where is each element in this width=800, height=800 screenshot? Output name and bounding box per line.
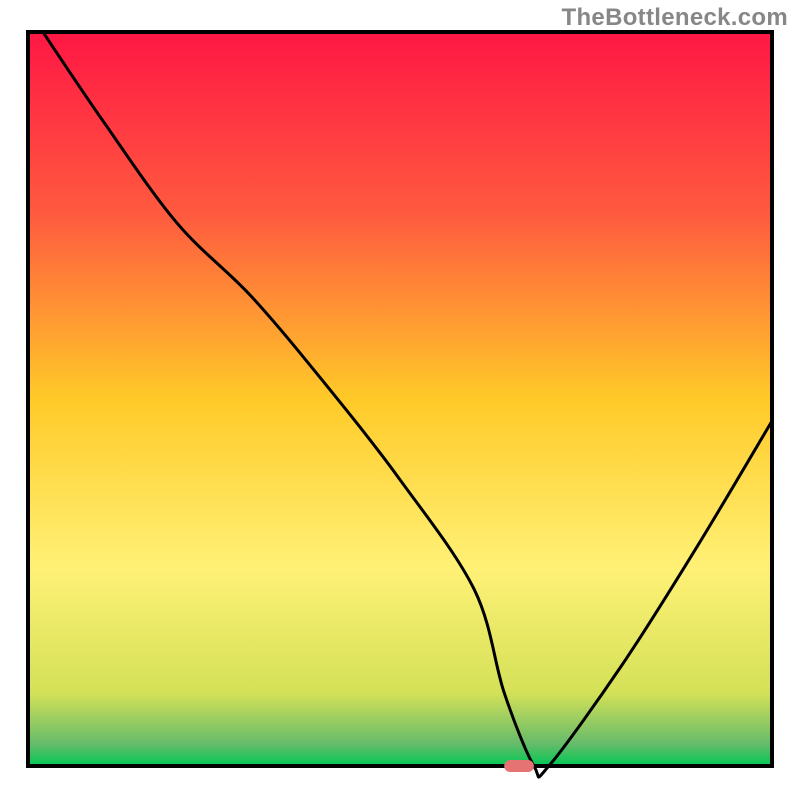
bottleneck-chart: [0, 0, 800, 800]
plot-background: [28, 32, 772, 766]
chart-container: TheBottleneck.com: [0, 0, 800, 800]
optimal-marker: [504, 760, 534, 772]
